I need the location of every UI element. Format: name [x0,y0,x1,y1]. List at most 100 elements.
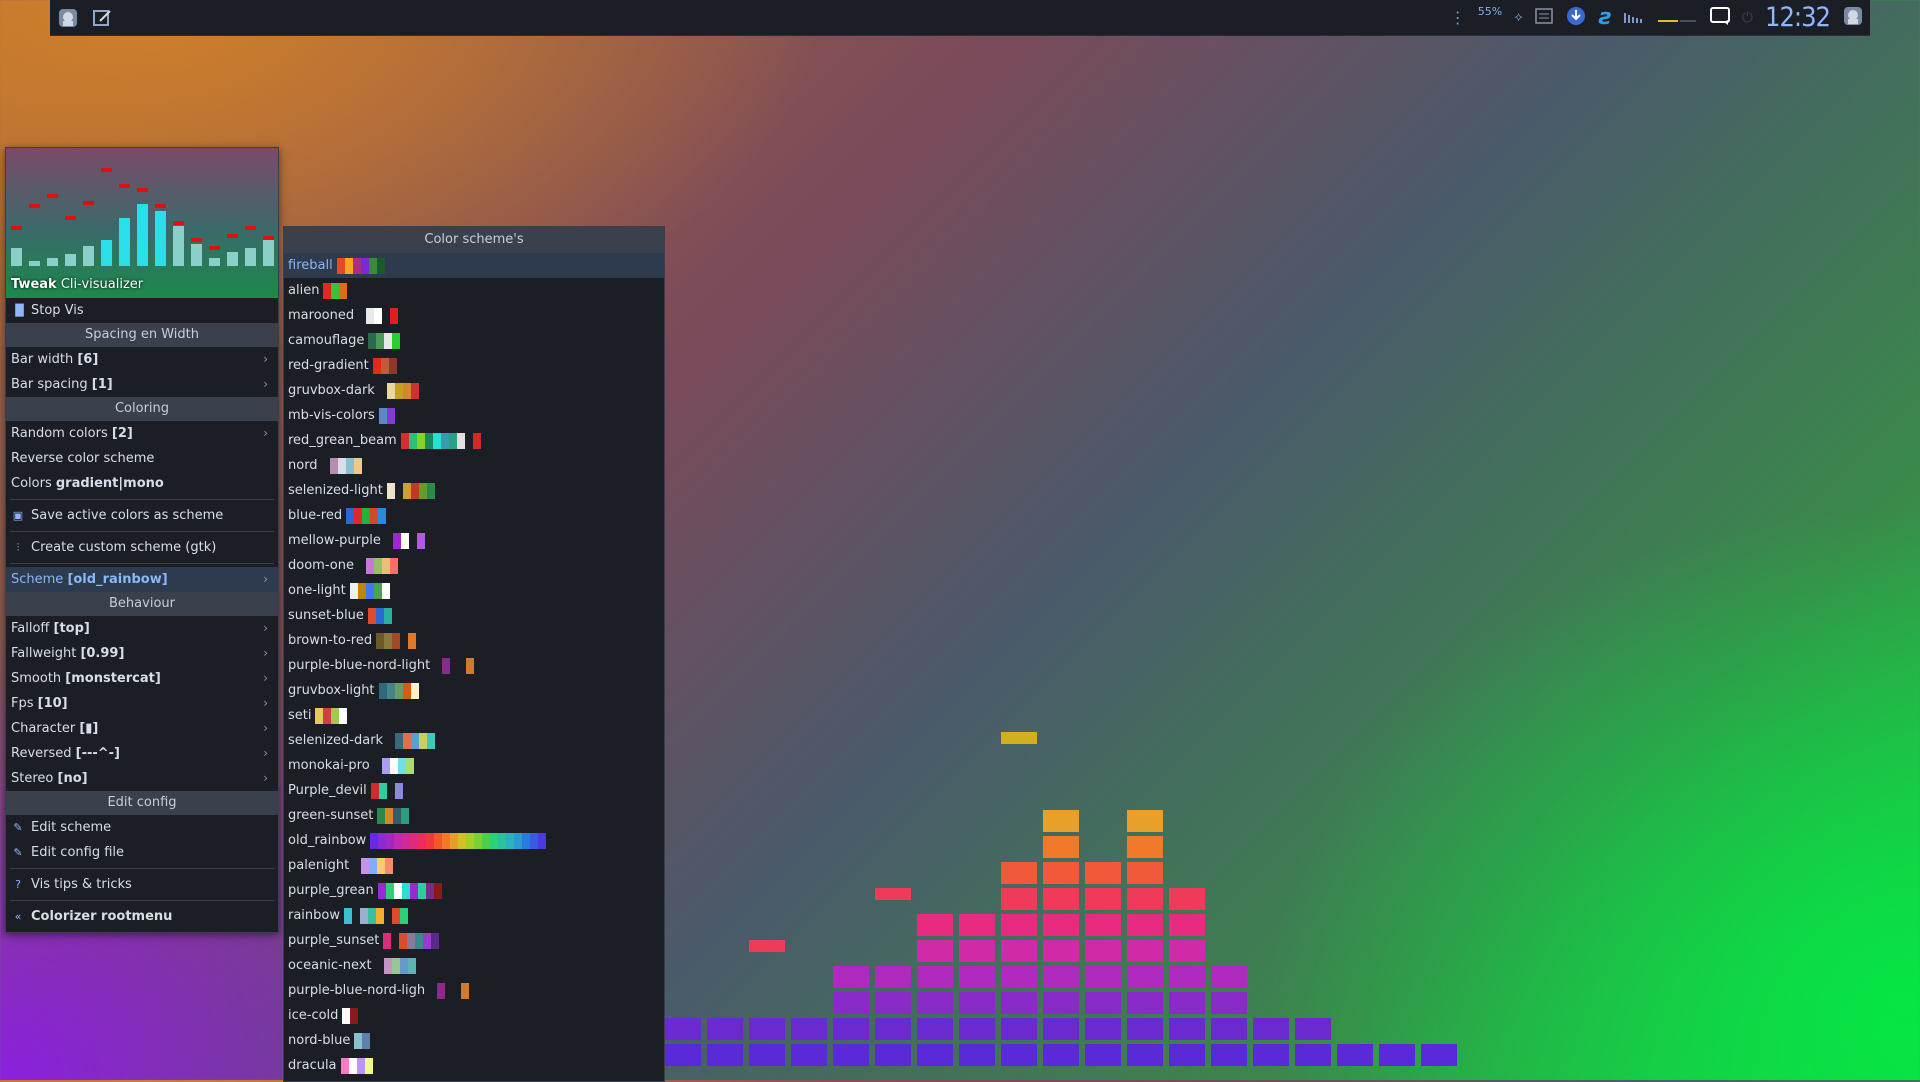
random-colors-item[interactable]: Random colors [2] › [6,421,278,446]
visualizer-bar-segment [791,1044,827,1066]
scheme-item-selenized-light[interactable]: selenized-light [284,478,664,503]
scheme-item-purple_grean[interactable]: purple_grean [284,878,664,903]
volume-bars-icon[interactable] [1623,8,1646,27]
swatch-color [378,682,387,699]
visualizer-bar-segment [1085,992,1121,1014]
scheme-item-palenight[interactable]: palenight [284,853,664,878]
visualizer-bar-segment [875,992,911,1014]
swatch-color [373,757,382,774]
scheme-item-gruvbox-dark[interactable]: gruvbox-dark [284,378,664,403]
scheme-list: fireball alien marooned camouflage red-gradi… [284,253,664,1078]
scheme-item[interactable]: Scheme [old_rainbow] › [6,567,278,592]
scheme-item-sunset-blue[interactable]: sunset-blue [284,603,664,628]
vis-tips-item[interactable]: ? Vis tips & tricks [6,872,278,897]
scheme-item-purple-blue-nord-ligh[interactable]: purple-blue-nord-ligh [284,978,664,1003]
scheme-item-dracula[interactable]: dracula [284,1053,664,1078]
scheme-item-monokai-pro[interactable]: monokai-pro [284,753,664,778]
save-active-item[interactable]: ▣ Save active colors as scheme [6,503,278,528]
scheme-item-camouflage[interactable]: camouflage [284,328,664,353]
sliders-icon: ⫶ [16,541,20,554]
swatch-color [369,857,378,874]
scheme-swatch [370,782,403,799]
swatch-color [474,832,483,849]
visualizer-bar-segment [1421,1044,1457,1066]
swatch-color [370,782,379,799]
stop-vis-item[interactable]: ▐▌ Stop Vis [6,298,278,323]
swatch-color [378,507,387,524]
scheme-item-nord[interactable]: nord [284,453,664,478]
swatch-color [380,357,389,374]
character-item[interactable]: Character [▮] › [6,716,278,741]
clock[interactable]: 12:32 [1765,2,1831,33]
reverse-scheme-item[interactable]: Reverse color scheme [6,446,278,471]
app-menu-icon[interactable] [54,4,82,32]
scheme-item-Purple_devil[interactable]: Purple_devil [284,778,664,803]
swatch-color [405,757,414,774]
scheme-item-gruvbox-light[interactable]: gruvbox-light [284,678,664,703]
kebab-icon[interactable]: ⋮ [1450,8,1466,27]
editor-icon[interactable] [88,4,116,32]
clipboard-icon[interactable] [1535,7,1553,28]
scheme-item-doom-one[interactable]: doom-one [284,553,664,578]
scheme-item-purple_sunset[interactable]: purple_sunset [284,928,664,953]
scheme-item-seti[interactable]: seti [284,703,664,728]
scheme-item-alien[interactable]: alien [284,278,664,303]
falloff-item[interactable]: Falloff [top] › [6,616,278,641]
preview-bar [83,246,94,266]
scheme-item-purple-blue-nord-light[interactable]: purple-blue-nord-light [284,653,664,678]
preview-peak [263,236,274,240]
visualizer-bar-segment [1001,966,1037,988]
fps-item[interactable]: Fps [10] › [6,691,278,716]
scheme-item-fireball[interactable]: fireball [284,253,664,278]
reversed-item[interactable]: Reversed [---^-] › [6,741,278,766]
scheme-item-selenized-dark[interactable]: selenized-dark [284,728,664,753]
fallweight-item[interactable]: Fallweight [0.99] › [6,641,278,666]
scheme-item-old_rainbow[interactable]: old_rainbow [284,828,664,853]
colorizer-rootmenu-item[interactable]: «Colorizer rootmenu [6,904,278,929]
scheme-item-nord-blue[interactable]: nord-blue [284,1028,664,1053]
scheme-item-red_grean_beam[interactable]: red_grean_beam [284,428,664,453]
scheme-swatch [367,607,392,624]
scheme-item-green-sunset[interactable]: green-sunset [284,803,664,828]
scheme-item-blue-red[interactable]: blue-red [284,503,664,528]
visualizer-bar-segment [1253,1018,1289,1040]
swatch-color [350,1007,359,1024]
scheme-swatch [315,707,348,724]
swatch-color [384,532,393,549]
bar-width-item[interactable]: Bar width [6] › [6,347,278,372]
notification-icon[interactable] [1709,6,1730,29]
swatch-color [522,832,531,849]
preview-peak [245,226,256,230]
scheme-item-rainbow[interactable]: rainbow [284,903,664,928]
scheme-item-mellow-purple[interactable]: mellow-purple [284,528,664,553]
swatch-color [376,332,385,349]
network-icon[interactable]: ⟡ [1514,10,1523,25]
stereo-item[interactable]: Stereo [no] › [6,766,278,791]
visualizer-bar-segment [1001,914,1037,936]
swatch-color [498,832,507,849]
swatch-color [395,732,404,749]
scheme-item-ice-cold[interactable]: ice-cold [284,1003,664,1028]
edit-config-file-item[interactable]: ✎ Edit config file [6,840,278,865]
swatch-color [448,432,457,449]
bar-spacing-item[interactable]: Bar spacing [1] › [6,372,278,397]
scheme-item-red-gradient[interactable]: red-gradient [284,353,664,378]
script-icon[interactable]: ƨ [1599,5,1612,30]
preview-peak [173,221,184,225]
visualizer-bar-segment [1127,914,1163,936]
colors-item[interactable]: Colors gradient|mono [6,471,278,496]
create-custom-item[interactable]: ⫶ Create custom scheme (gtk) [6,535,278,560]
scheme-item-brown-to-red[interactable]: brown-to-red [284,628,664,653]
user-icon[interactable] [1842,5,1864,31]
power-icon[interactable]: ⏻ [1742,10,1753,26]
smooth-item[interactable]: Smooth [monstercat] › [6,666,278,691]
scheme-item-one-light[interactable]: one-light [284,578,664,603]
swatch-color [345,457,354,474]
edit-scheme-item[interactable]: ✎ Edit scheme [6,815,278,840]
scheme-item-marooned[interactable]: marooned [284,303,664,328]
scheme-item-mb-vis-colors[interactable]: mb-vis-colors [284,403,664,428]
update-icon[interactable] [1565,5,1587,31]
swatch-color [364,1057,373,1074]
scheme-item-oceanic-next[interactable]: oceanic-next [284,953,664,978]
scheme-swatch [344,907,408,924]
